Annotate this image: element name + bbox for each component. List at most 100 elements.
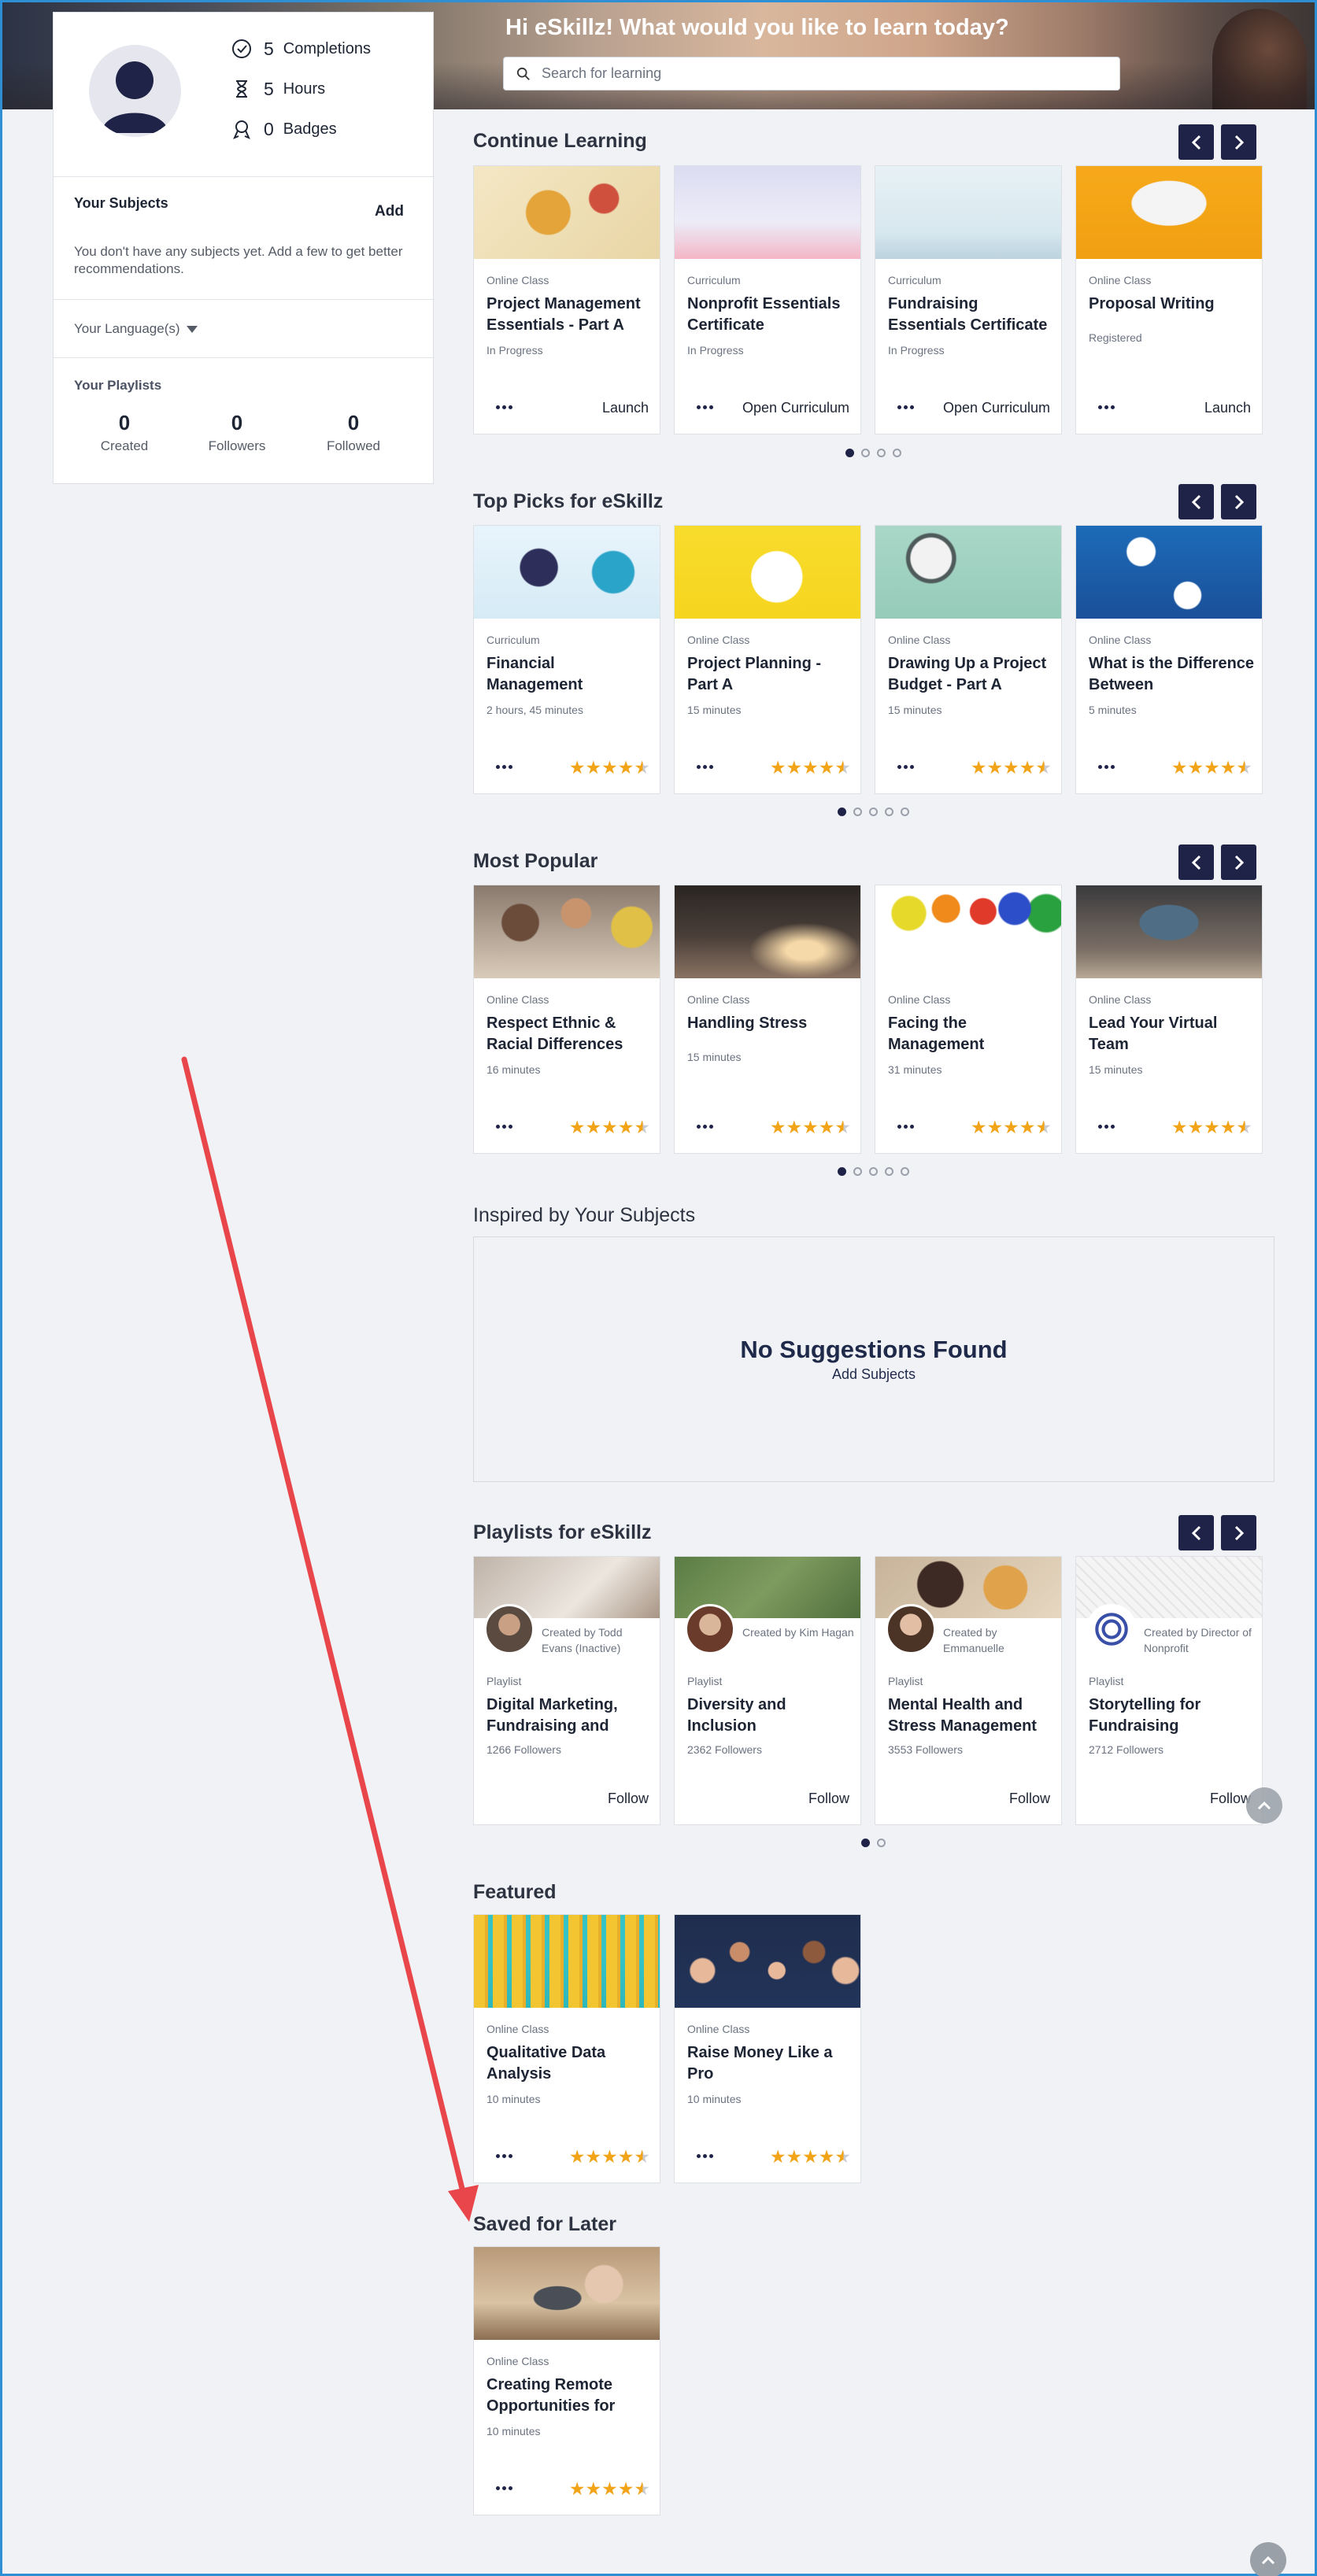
course-type: Online Class — [1089, 274, 1152, 286]
course-card[interactable]: Curriculum Fundraising Essentials Certif… — [875, 165, 1062, 434]
course-card[interactable]: Online Class Project Planning - Part A 1… — [674, 525, 861, 794]
more-options-icon[interactable] — [1098, 405, 1115, 409]
course-thumbnail — [675, 526, 860, 619]
more-options-icon[interactable] — [697, 405, 713, 409]
next-button[interactable] — [1221, 844, 1256, 880]
stat-value: 5 — [264, 38, 274, 59]
more-options-icon[interactable] — [1098, 1125, 1115, 1129]
playlists-followed[interactable]: 0 Followed — [298, 411, 409, 454]
course-card[interactable]: Online Class Drawing Up a Project Budget… — [875, 525, 1062, 794]
rating-stars: ★ ★ ★ ★ ★ — [568, 1117, 650, 1137]
course-title[interactable]: Project Management Essentials - Part A — [486, 294, 653, 336]
playlist-title[interactable]: Digital Marketing, Fundraising and — [486, 1695, 653, 1737]
course-title[interactable]: Handling Stress — [687, 1013, 854, 1034]
course-title[interactable]: Qualitative Data Analysis — [486, 2042, 653, 2085]
follow-button[interactable]: Follow — [1210, 1791, 1251, 1807]
carousel-dots[interactable] — [861, 1839, 886, 1847]
follow-button[interactable]: Follow — [1009, 1791, 1050, 1807]
more-options-icon[interactable] — [1098, 765, 1115, 769]
course-card[interactable]: Online Class Proposal Writing Registered… — [1075, 165, 1263, 434]
course-card[interactable]: Online Class What is the Difference Betw… — [1075, 525, 1263, 794]
course-title[interactable]: What is the Difference Between — [1089, 653, 1256, 696]
course-thumbnail — [675, 166, 860, 259]
more-options-icon[interactable] — [897, 405, 914, 409]
playlists-created[interactable]: 0 Created — [69, 411, 179, 454]
course-title[interactable]: Raise Money Like a Pro — [687, 2042, 854, 2085]
playlist-creator: Created by Director of Nonprofit — [1144, 1626, 1252, 1654]
course-title[interactable]: Project Planning - Part A — [687, 653, 854, 696]
add-subjects-link[interactable]: Add Subjects — [474, 1366, 1274, 1383]
course-card[interactable]: Online Class Lead Your Virtual Team 15 m… — [1075, 885, 1263, 1154]
more-options-icon[interactable] — [496, 2154, 512, 2158]
course-card[interactable]: Curriculum Financial Management 2 hours,… — [473, 525, 660, 794]
course-status: In Progress — [888, 344, 945, 357]
launch-button[interactable]: Launch — [602, 400, 649, 416]
course-title[interactable]: Proposal Writing — [1089, 294, 1256, 315]
course-title[interactable]: Lead Your Virtual Team — [1089, 1013, 1256, 1055]
search-input[interactable] — [542, 65, 1108, 82]
playlist-card[interactable]: Created by Todd Evans (Inactive) Playlis… — [473, 1556, 660, 1825]
prev-button[interactable] — [1178, 844, 1214, 880]
carousel-dots[interactable] — [845, 449, 901, 457]
search-bar[interactable] — [503, 57, 1120, 91]
course-duration: 15 minutes — [687, 704, 742, 716]
course-title[interactable]: Financial Management — [486, 653, 653, 696]
course-title[interactable]: Drawing Up a Project Budget - Part A — [888, 653, 1055, 696]
avatar[interactable] — [89, 45, 181, 137]
carousel-dots[interactable] — [838, 808, 909, 816]
course-card[interactable]: Online Class Qualitative Data Analysis 1… — [473, 1914, 660, 2183]
scroll-to-top-button[interactable] — [1246, 1787, 1282, 1824]
language-dropdown[interactable]: Your Language(s) — [74, 321, 198, 337]
playlist-card[interactable]: Created by Director of Nonprofit Playlis… — [1075, 1556, 1263, 1825]
rating-stars: ★ ★ ★ ★ ★ — [769, 1117, 851, 1137]
follow-button[interactable]: Follow — [808, 1791, 849, 1807]
rating-stars: ★ ★ ★ ★ ★ — [568, 757, 650, 778]
open-curriculum-button[interactable]: Open Curriculum — [742, 400, 849, 416]
course-card[interactable]: Curriculum Nonprofit Essentials Certific… — [674, 165, 861, 434]
course-card[interactable]: Online Class Raise Money Like a Pro 10 m… — [674, 1914, 861, 2183]
playlist-title[interactable]: Mental Health and Stress Management — [888, 1695, 1055, 1737]
course-card[interactable]: Online Class Facing the Management 31 mi… — [875, 885, 1062, 1154]
playlist-card[interactable]: Created by Emmanuelle Playlist Mental He… — [875, 1556, 1062, 1825]
course-title[interactable]: Creating Remote Opportunities for — [486, 2375, 653, 2417]
prev-button[interactable] — [1178, 484, 1214, 519]
stat-hours: 5 Hours — [231, 78, 325, 100]
course-title[interactable]: Fundraising Essentials Certificate — [888, 294, 1055, 336]
carousel-dots[interactable] — [838, 1167, 909, 1176]
course-card[interactable]: Online Class Project Management Essentia… — [473, 165, 660, 434]
more-options-icon[interactable] — [697, 765, 713, 769]
next-button[interactable] — [1221, 124, 1256, 160]
playlist-title[interactable]: Storytelling for Fundraising — [1089, 1695, 1256, 1737]
scroll-to-top-button[interactable] — [1250, 2542, 1286, 2576]
open-curriculum-button[interactable]: Open Curriculum — [943, 400, 1050, 416]
more-options-icon[interactable] — [897, 765, 914, 769]
course-card[interactable]: Online Class Handling Stress 15 minutes … — [674, 885, 861, 1154]
playlist-title[interactable]: Diversity and Inclusion — [687, 1695, 854, 1737]
chevron-right-icon — [1234, 135, 1244, 150]
prev-button[interactable] — [1178, 1515, 1214, 1550]
playlists-followers[interactable]: 0 Followers — [182, 411, 292, 454]
next-button[interactable] — [1221, 1515, 1256, 1550]
more-options-icon[interactable] — [697, 2154, 713, 2158]
subjects-title: Your Subjects — [74, 195, 168, 211]
follow-button[interactable]: Follow — [608, 1791, 649, 1807]
course-card[interactable]: Online Class Creating Remote Opportuniti… — [473, 2246, 660, 2515]
launch-button[interactable]: Launch — [1204, 400, 1251, 416]
next-button[interactable] — [1221, 484, 1256, 519]
course-title[interactable]: Respect Ethnic & Racial Differences — [486, 1013, 653, 1055]
more-options-icon[interactable] — [496, 1125, 512, 1129]
more-options-icon[interactable] — [496, 405, 512, 409]
playlist-card[interactable]: Created by Kim Hagan Playlist Diversity … — [674, 1556, 861, 1825]
more-options-icon[interactable] — [697, 1125, 713, 1129]
course-card[interactable]: Online Class Respect Ethnic & Racial Dif… — [473, 885, 660, 1154]
add-subjects-link[interactable]: Add — [375, 203, 404, 220]
more-options-icon[interactable] — [496, 765, 512, 769]
prev-button[interactable] — [1178, 124, 1214, 160]
creator-avatar — [484, 1604, 535, 1654]
more-options-icon[interactable] — [496, 2486, 512, 2490]
rating-stars: ★ ★ ★ ★ ★ — [769, 757, 851, 778]
course-title[interactable]: Facing the Management — [888, 1013, 1055, 1055]
course-duration: 10 minutes — [486, 2093, 541, 2105]
course-title[interactable]: Nonprofit Essentials Certificate — [687, 294, 854, 336]
more-options-icon[interactable] — [897, 1125, 914, 1129]
